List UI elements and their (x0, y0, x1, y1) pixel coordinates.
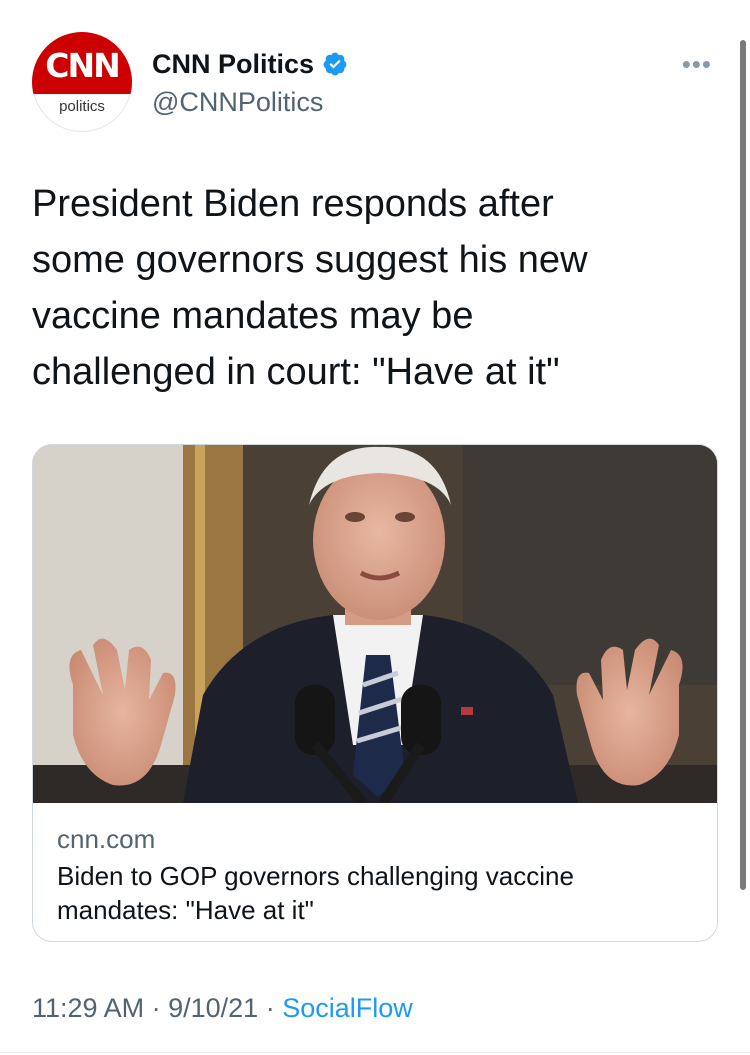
meta-separator: · (151, 993, 161, 1023)
link-card-title: Biden to GOP governors challenging vacci… (57, 861, 574, 925)
avatar[interactable]: CNN politics (32, 32, 132, 132)
link-card-domain: cnn.com (57, 824, 156, 854)
link-card[interactable]: cnn.com Biden to GOP governors challengi… (32, 444, 718, 942)
tweet-time[interactable]: 11:29 AM (32, 993, 144, 1023)
account-name-block: CNN Politics @CNNPolitics (152, 46, 348, 120)
link-card-body[interactable]: cnn.com Biden to GOP governors challengi… (57, 823, 697, 927)
tweet-meta: 11:29 AM · 9/10/21 · SocialFlow (32, 990, 413, 1026)
cnn-logo: CNN (45, 46, 120, 85)
scrollbar[interactable] (740, 40, 746, 890)
tweet-text: President Biden responds after some gove… (32, 183, 588, 393)
more-horizontal-icon[interactable]: ••• (682, 51, 712, 77)
meta-separator-2: · (265, 993, 275, 1023)
tweet-date[interactable]: 9/10/21 (168, 993, 258, 1023)
tweet-page: CNN politics CNN Politics @CNNPolitics •… (0, 0, 750, 1055)
verified-badge-icon (322, 51, 348, 77)
avatar-subtext: politics (59, 98, 105, 115)
display-name[interactable]: CNN Politics (152, 46, 314, 82)
divider (0, 1052, 750, 1053)
tweet-source-link[interactable]: SocialFlow (282, 993, 413, 1023)
link-card-image[interactable] (33, 445, 717, 803)
tweet-header: CNN politics CNN Politics @CNNPolitics •… (32, 32, 718, 132)
account-handle[interactable]: @CNNPolitics (152, 84, 348, 120)
name-row: CNN Politics (152, 46, 348, 82)
